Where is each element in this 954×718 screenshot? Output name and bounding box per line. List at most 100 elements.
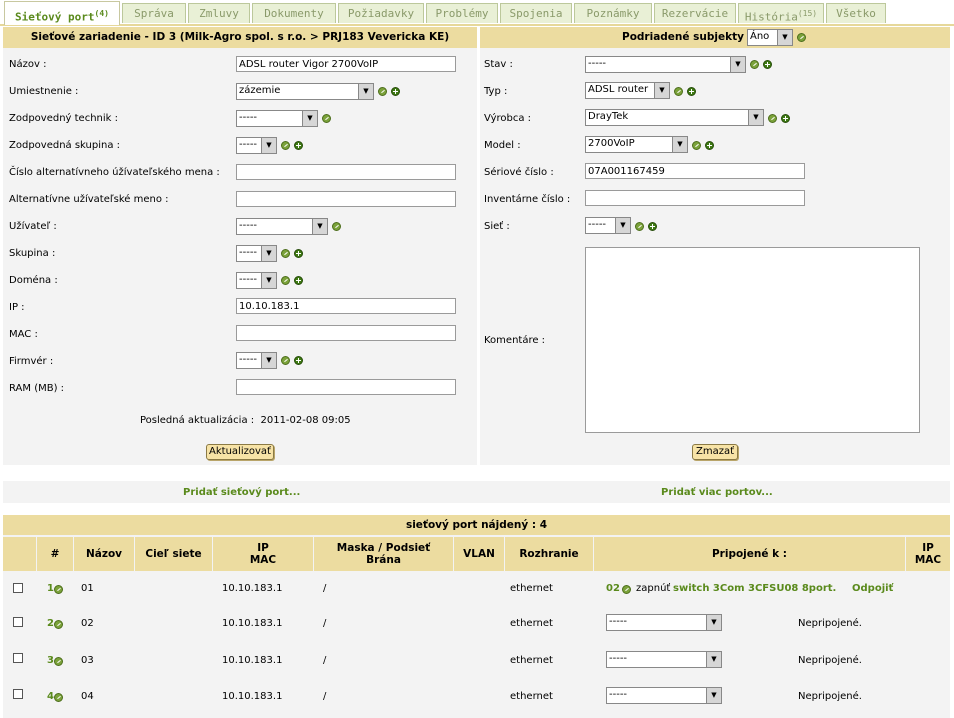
ram-input[interactable] — [236, 379, 456, 395]
alt-user-no-label: Číslo alternatívneho úžívateľského mena … — [9, 167, 220, 178]
inventory-input[interactable] — [585, 190, 805, 206]
connection-status: Nepripojené. — [798, 655, 862, 666]
user-select[interactable]: ----- ▼ — [236, 218, 328, 235]
edit-icon[interactable] — [378, 87, 387, 96]
edit-icon[interactable] — [674, 87, 683, 96]
row-checkbox[interactable] — [13, 617, 23, 627]
disconnect-link[interactable]: Odpojiť — [852, 583, 893, 594]
tab-history[interactable]: História(15) — [738, 3, 824, 24]
add-icon[interactable] — [687, 87, 696, 96]
firmware-select[interactable]: ----- ▼ — [236, 352, 277, 369]
tab-problems[interactable]: Problémy — [426, 3, 498, 23]
user-label: Užívateľ : — [9, 221, 57, 232]
edit-icon[interactable] — [54, 585, 63, 594]
comments-textarea[interactable] — [585, 247, 920, 433]
group-resp-select[interactable]: ----- ▼ — [236, 137, 277, 154]
alt-user-input[interactable] — [236, 191, 456, 207]
connect-select[interactable]: ----- ▼ — [606, 651, 722, 668]
type-select[interactable]: ADSL router ▼ — [585, 82, 670, 99]
col-connected: Pripojené k : — [594, 537, 905, 571]
add-port-link[interactable]: Pridať sieťový port... — [183, 487, 300, 498]
tab-reservations[interactable]: Rezervácie — [654, 3, 736, 23]
edit-icon[interactable] — [281, 141, 290, 150]
edit-icon[interactable] — [635, 222, 644, 231]
model-select[interactable]: 2700VoIP ▼ — [585, 136, 688, 153]
network-select[interactable]: ----- ▼ — [585, 217, 631, 234]
update-button[interactable]: Aktualizovať — [206, 444, 274, 460]
port-number-link[interactable]: 1 — [47, 583, 54, 594]
edit-icon[interactable] — [54, 657, 63, 666]
edit-icon[interactable] — [54, 620, 63, 629]
edit-icon[interactable] — [622, 585, 631, 594]
edit-icon[interactable] — [322, 114, 331, 123]
add-icon[interactable] — [391, 87, 400, 96]
connected-port-link[interactable]: 02 — [606, 583, 620, 594]
row-checkbox[interactable] — [13, 689, 23, 699]
alt-user-label: Alternatívne užívateľské meno : — [9, 194, 169, 205]
mac-input[interactable] — [236, 325, 456, 341]
name-input[interactable] — [236, 56, 456, 72]
add-icon[interactable] — [705, 141, 714, 150]
alt-user-no-input[interactable] — [236, 164, 456, 180]
add-icon[interactable] — [294, 276, 303, 285]
ip-input[interactable] — [236, 298, 456, 314]
tab-contracts[interactable]: Zmluvy — [188, 3, 250, 23]
edit-icon[interactable] — [797, 33, 806, 42]
tab-network-port[interactable]: Sieťový port(4) — [4, 1, 120, 25]
port-mask: / — [323, 691, 327, 702]
port-ip: 10.10.183.1 — [222, 691, 283, 702]
add-icon[interactable] — [294, 356, 303, 365]
chevron-down-icon: ▼ — [748, 110, 763, 125]
edit-icon[interactable] — [54, 693, 63, 702]
edit-icon[interactable] — [750, 60, 759, 69]
row-checkbox[interactable] — [13, 583, 23, 593]
add-icon[interactable] — [763, 60, 772, 69]
group-select[interactable]: ----- ▼ — [236, 245, 277, 262]
port-number-link[interactable]: 4 — [47, 691, 54, 702]
tab-requests[interactable]: Požiadavky — [338, 3, 424, 23]
edit-icon[interactable] — [332, 222, 341, 231]
tab-connections[interactable]: Spojenia — [500, 3, 572, 23]
add-icon[interactable] — [294, 141, 303, 150]
chevron-down-icon: ▼ — [777, 30, 792, 45]
col-mask: Maska / Podsieť Brána — [314, 537, 453, 571]
edit-icon[interactable] — [768, 114, 777, 123]
network-label: Sieť : — [484, 221, 510, 232]
serial-input[interactable] — [585, 163, 805, 179]
port-number-link[interactable]: 2 — [47, 618, 54, 629]
chevron-down-icon: ▼ — [706, 615, 721, 630]
port-name: 02 — [81, 618, 94, 629]
port-iface: ethernet — [510, 583, 553, 594]
connection-status: Nepripojené. — [798, 618, 862, 629]
add-more-ports-link[interactable]: Pridať viac portov... — [661, 487, 773, 498]
edit-icon[interactable] — [281, 276, 290, 285]
edit-icon[interactable] — [692, 141, 701, 150]
location-select[interactable]: zázemie ▼ — [236, 83, 374, 100]
edit-icon[interactable] — [281, 249, 290, 258]
connect-select[interactable]: ----- ▼ — [606, 614, 722, 631]
add-icon[interactable] — [648, 222, 657, 231]
row-checkbox[interactable] — [13, 653, 23, 663]
tab-documents[interactable]: Dokumenty — [252, 3, 336, 23]
domain-select[interactable]: ----- ▼ — [236, 272, 277, 289]
chevron-down-icon: ▼ — [302, 111, 317, 126]
tab-management[interactable]: Správa — [122, 3, 186, 23]
chevron-down-icon: ▼ — [358, 84, 373, 99]
state-select[interactable]: ----- ▼ — [585, 56, 746, 73]
edit-icon[interactable] — [281, 356, 290, 365]
maker-select[interactable]: DrayTek ▼ — [585, 109, 764, 126]
connected-device-link[interactable]: switch 3Com 3CFSU08 8port. — [673, 583, 836, 594]
port-ip: 10.10.183.1 — [222, 655, 283, 666]
chevron-down-icon: ▼ — [654, 83, 669, 98]
add-icon[interactable] — [294, 249, 303, 258]
sub-header-select[interactable]: Áno ▼ — [747, 29, 793, 46]
ip-label: IP : — [9, 302, 25, 313]
delete-button[interactable]: Zmazať — [692, 444, 738, 460]
type-label: Typ : — [484, 86, 508, 97]
tab-all[interactable]: Všetko — [826, 3, 886, 23]
port-number-link[interactable]: 3 — [47, 655, 54, 666]
tab-notes[interactable]: Poznámky — [574, 3, 652, 23]
add-icon[interactable] — [781, 114, 790, 123]
connect-select[interactable]: ----- ▼ — [606, 687, 722, 704]
tech-select[interactable]: ----- ▼ — [236, 110, 318, 127]
